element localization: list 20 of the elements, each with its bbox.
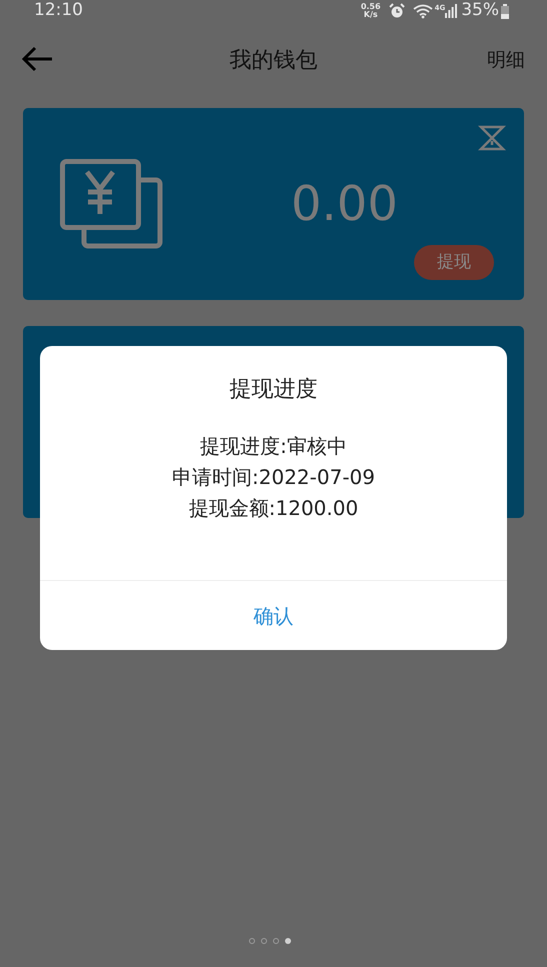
- battery-level: 35%: [461, 0, 499, 22]
- dialog-text-line: 提现进度:审核中: [200, 433, 347, 460]
- alarm-icon: [388, 3, 405, 19]
- dialog-title: 提现进度: [228, 376, 318, 404]
- dialog-text-line: 申请时间:2022-07-09: [172, 464, 375, 491]
- details-link[interactable]: 明细: [487, 46, 525, 74]
- confirm-button[interactable]: 确认: [238, 592, 310, 638]
- signal-icon: [445, 4, 458, 18]
- battery-icon: [501, 4, 509, 18]
- page-title: 我的钱包: [230, 46, 318, 74]
- dialog-text-line: 提现金额:1200.00: [188, 495, 358, 522]
- hourglass-icon: [478, 124, 506, 152]
- withdraw-button[interactable]: 提现: [414, 245, 494, 280]
- wifi-icon: [412, 4, 433, 18]
- status-time: 12:10: [34, 0, 83, 22]
- network-speed: 0.56 K/s: [360, 3, 381, 19]
- balance-amount: 0.00: [291, 175, 398, 234]
- back-button[interactable]: [22, 46, 54, 72]
- back-arrow-icon: [22, 46, 54, 72]
- yuan-cards-icon: [60, 159, 163, 249]
